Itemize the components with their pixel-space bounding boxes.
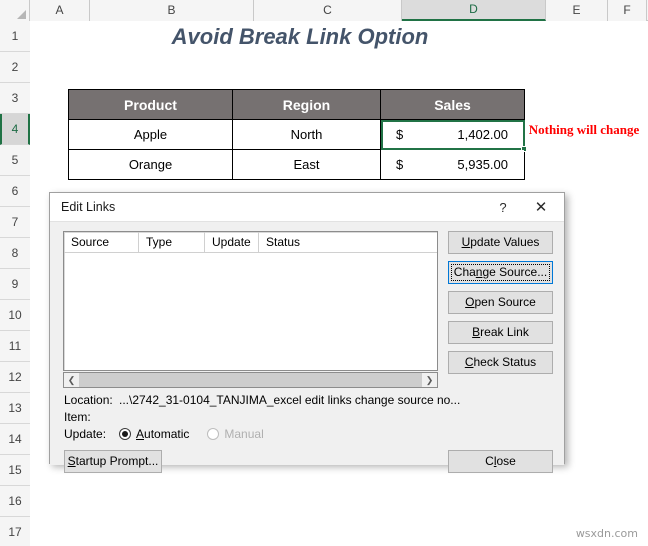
currency-symbol: $ bbox=[396, 127, 404, 142]
check-status-button[interactable]: Check Status bbox=[448, 351, 553, 374]
select-all-corner[interactable] bbox=[0, 0, 30, 21]
column-header-c[interactable]: C bbox=[254, 0, 402, 21]
column-header-e[interactable]: E bbox=[546, 0, 608, 21]
row-header-14[interactable]: 14 bbox=[0, 424, 30, 455]
location-row: Location: ...\2742_31-0104_TANJIMA_excel … bbox=[64, 393, 460, 407]
cell-sales-selected[interactable]: $ 1,402.00 bbox=[380, 119, 527, 152]
location-label: Location: bbox=[64, 393, 113, 407]
radio-automatic-indicator[interactable] bbox=[119, 428, 131, 440]
edit-links-dialog: Edit Links ? ✕ Source Type Update Status… bbox=[49, 192, 565, 473]
open-source-button[interactable]: Open Source bbox=[448, 291, 553, 314]
table-row: Apple North $ 1,402.00 bbox=[68, 119, 527, 152]
scrollbar-thumb[interactable] bbox=[79, 373, 422, 387]
dialog-titlebar[interactable]: Edit Links ? ✕ bbox=[50, 193, 564, 222]
table-header-region: Region bbox=[232, 89, 381, 120]
row-header-7[interactable]: 7 bbox=[0, 207, 30, 238]
break-link-button[interactable]: Break Link bbox=[448, 321, 553, 344]
row-header-9[interactable]: 9 bbox=[0, 269, 30, 300]
dialog-body: Source Type Update Status ❮ ❯ Update Val… bbox=[50, 222, 564, 473]
table-header-row: Product Region Sales bbox=[68, 89, 525, 120]
radio-automatic-label: Automatic bbox=[136, 427, 190, 441]
radio-automatic[interactable]: Automatic bbox=[119, 427, 189, 441]
close-icon[interactable]: ✕ bbox=[528, 197, 554, 219]
startup-prompt-button[interactable]: Startup Prompt... bbox=[64, 450, 162, 473]
column-header-row: A B C D E F bbox=[0, 0, 648, 21]
cell-region[interactable]: North bbox=[232, 119, 381, 150]
list-column-type[interactable]: Type bbox=[139, 232, 205, 253]
cell-region[interactable]: East bbox=[232, 149, 381, 180]
update-mode-row: Update: Automatic Manual bbox=[64, 427, 282, 441]
links-listbox[interactable]: Source Type Update Status bbox=[63, 231, 438, 371]
links-list-horizontal-scrollbar[interactable]: ❮ ❯ bbox=[63, 372, 438, 388]
cell-sales[interactable]: $ 5,935.00 bbox=[380, 149, 525, 180]
column-header-d[interactable]: D bbox=[402, 0, 546, 21]
list-column-status[interactable]: Status bbox=[259, 232, 437, 253]
annotation-nothing-will-change: Nothing will change bbox=[528, 122, 640, 137]
row-header-5[interactable]: 5 bbox=[0, 145, 30, 176]
row-header-3[interactable]: 3 bbox=[0, 83, 30, 114]
column-header-a[interactable]: A bbox=[30, 0, 90, 21]
links-list-header: Source Type Update Status bbox=[64, 232, 437, 253]
radio-manual[interactable]: Manual bbox=[207, 427, 264, 441]
item-label: Item: bbox=[64, 410, 91, 424]
row-header-17[interactable]: 17 bbox=[0, 517, 30, 546]
chevron-left-icon[interactable]: ❮ bbox=[64, 373, 79, 387]
row-header-6[interactable]: 6 bbox=[0, 176, 30, 207]
row-header-column: 1 2 3 4 5 6 7 8 9 10 11 12 13 14 15 16 1… bbox=[0, 21, 30, 546]
list-column-source[interactable]: Source bbox=[64, 232, 139, 253]
update-label: Update: bbox=[64, 427, 107, 441]
dialog-title: Edit Links bbox=[61, 200, 116, 214]
cell-product[interactable]: Orange bbox=[68, 149, 233, 180]
scrollbar-track[interactable] bbox=[79, 373, 422, 387]
location-value: ...\2742_31-0104_TANJIMA_excel edit link… bbox=[119, 393, 461, 407]
radio-manual-indicator[interactable] bbox=[207, 428, 220, 440]
chevron-right-icon[interactable]: ❯ bbox=[422, 373, 437, 387]
row-header-8[interactable]: 8 bbox=[0, 238, 30, 269]
table-row: Orange East $ 5,935.00 bbox=[68, 149, 525, 180]
sales-value: 1,402.00 bbox=[457, 127, 508, 142]
watermark: wsxdn.com bbox=[575, 527, 638, 540]
currency-symbol: $ bbox=[396, 157, 404, 172]
update-values-button[interactable]: Update Values bbox=[448, 231, 553, 254]
update-values-label: pdate Values bbox=[470, 235, 540, 249]
row-header-15[interactable]: 15 bbox=[0, 455, 30, 486]
change-source-button[interactable]: Change Source... bbox=[448, 261, 553, 284]
row-header-2[interactable]: 2 bbox=[0, 52, 30, 83]
close-button[interactable]: Close bbox=[448, 450, 553, 473]
radio-manual-label: Manual bbox=[224, 427, 264, 441]
row-header-16[interactable]: 16 bbox=[0, 486, 30, 517]
column-header-b[interactable]: B bbox=[90, 0, 254, 21]
row-header-11[interactable]: 11 bbox=[0, 331, 30, 362]
row-header-10[interactable]: 10 bbox=[0, 300, 30, 331]
row-header-4[interactable]: 4 bbox=[0, 114, 30, 145]
row-header-12[interactable]: 12 bbox=[0, 362, 30, 393]
row-header-13[interactable]: 13 bbox=[0, 393, 30, 424]
excel-window: A B C D E F 1 2 3 4 5 6 7 8 9 10 11 12 1… bbox=[0, 0, 648, 546]
select-all-triangle-icon bbox=[17, 10, 26, 19]
help-icon[interactable]: ? bbox=[490, 197, 516, 219]
column-header-f[interactable]: F bbox=[608, 0, 647, 21]
table-header-sales: Sales bbox=[380, 89, 525, 120]
list-column-update[interactable]: Update bbox=[205, 232, 259, 253]
sheet-title: Avoid Break Link Option bbox=[171, 24, 429, 49]
table-header-product: Product bbox=[68, 89, 233, 120]
sales-value: 5,935.00 bbox=[457, 157, 508, 172]
sales-data-table: Product Region Sales Apple North $ 1,402… bbox=[68, 89, 527, 180]
row-header-1[interactable]: 1 bbox=[0, 21, 30, 52]
cell-product[interactable]: Apple bbox=[68, 119, 233, 150]
